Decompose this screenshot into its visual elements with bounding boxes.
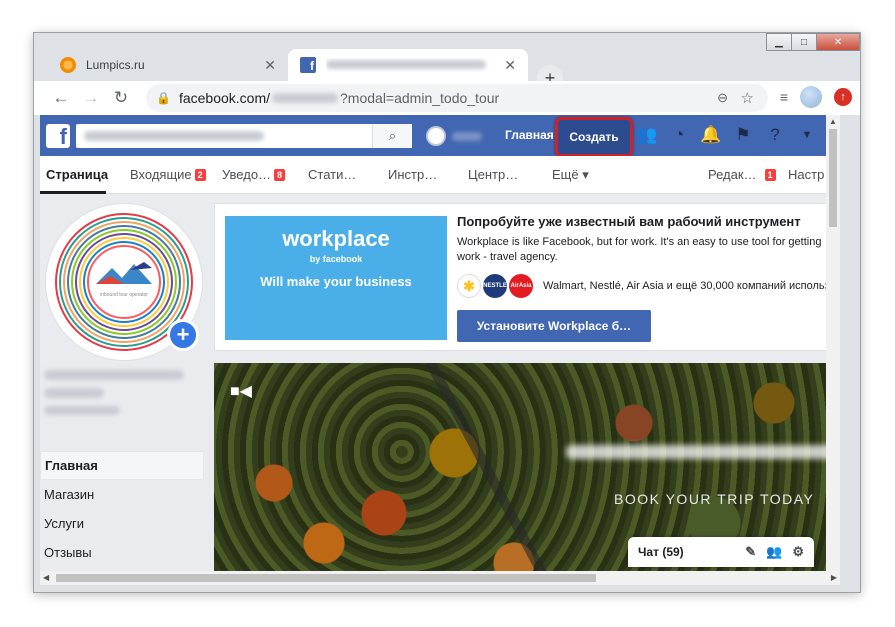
add-photo-button[interactable]: +	[167, 319, 199, 351]
workplace-logo: workplace	[282, 226, 390, 251]
brands-text: Walmart, Nestlé, Air Asia и ещё 30,000 к…	[543, 280, 840, 292]
help-icon[interactable]: ?	[764, 125, 786, 145]
sidebar-menu: Главная Магазин Услуги Отзывы	[40, 451, 204, 567]
url-suffix: ?modal=admin_todo_tour	[340, 90, 500, 106]
fb-profile-link[interactable]	[426, 126, 482, 146]
messenger-icon[interactable]: ◔	[668, 125, 690, 145]
airasia-logo-icon: AirAsia	[509, 274, 533, 298]
url-blurred-segment	[272, 93, 339, 103]
home-link[interactable]: Главная	[505, 128, 554, 142]
tab-tools[interactable]: Инстр…	[388, 167, 437, 182]
scroll-up-arrow-icon[interactable]: ▲	[829, 117, 837, 126]
tab-inbox[interactable]: Входящие 2	[130, 167, 206, 182]
tab-more[interactable]: Ещё ▾	[552, 167, 589, 183]
address-bar[interactable]: 🔒 facebook.com/ ?modal=admin_todo_tour ⊖…	[146, 84, 768, 112]
url-prefix: facebook.com/	[178, 90, 271, 106]
tab-stats[interactable]: Стати…	[308, 167, 356, 182]
chat-settings-gear-icon[interactable]: ⚙	[792, 544, 804, 560]
workplace-banner[interactable]: workplace by facebook Will make your bus…	[225, 216, 447, 340]
back-arrow-icon[interactable]: ←	[46, 83, 76, 113]
tab-strip: Lumpics.ru ✕ f ✕ +	[34, 47, 860, 91]
workplace-title: Попробуйте уже известный вам рабочий инс…	[457, 214, 801, 229]
tab-notifications-label: Уведо…	[222, 167, 272, 182]
page-viewport: f ⌕ Главная Создать 👥 ◔ 🔔 ⚑ ? ▼ Страница…	[40, 115, 840, 585]
create-button-label: Создать	[569, 130, 619, 144]
chat-icons: ✎ 👥 ⚙	[745, 544, 804, 560]
scroll-left-arrow-icon[interactable]: ◀	[43, 573, 49, 582]
tab-title-blurred	[326, 58, 504, 72]
browser-window: ▁ □ ✕ Lumpics.ru ✕ f ✕ + ← → ↻ 🔒 faceboo…	[33, 32, 861, 593]
create-button[interactable]: Создать	[555, 117, 633, 157]
video-camera-icon: ■◀	[230, 383, 252, 400]
notifications-badge: 8	[274, 169, 286, 181]
workplace-by-facebook: by facebook	[309, 254, 363, 264]
tab-edit-label: Редак…	[708, 167, 757, 182]
facebook-favicon-icon: f	[300, 57, 316, 73]
scroll-right-arrow-icon[interactable]: ▶	[831, 573, 837, 582]
page-navigation: Страница Входящие 2 Уведо… 8 Стати… Инстр……	[40, 156, 840, 194]
workplace-tagline: Will make your business	[260, 274, 412, 289]
lock-icon: 🔒	[156, 91, 171, 105]
bookmark-star-icon[interactable]: ☆	[741, 89, 754, 107]
walmart-logo-icon: ✱	[457, 274, 481, 298]
close-tab-icon[interactable]: ✕	[264, 57, 276, 74]
search-blurred-text	[84, 131, 264, 141]
chat-label: Чат (59)	[638, 545, 684, 559]
workplace-promo-card: workplace by facebook Will make your bus…	[214, 203, 840, 351]
edit-badge: 1	[764, 169, 776, 181]
group-chat-icon[interactable]: 👥	[766, 544, 782, 560]
pages-icon[interactable]: ⚑	[732, 125, 754, 145]
facebook-top-bar: f ⌕ Главная Создать 👥 ◔ 🔔 ⚑ ? ▼	[40, 115, 840, 157]
profile-name-blurred	[452, 131, 482, 141]
close-tab-icon[interactable]: ✕	[504, 57, 516, 74]
forward-arrow-icon[interactable]: →	[76, 83, 106, 113]
facebook-search-input[interactable]: ⌕	[76, 124, 412, 148]
tab-facebook[interactable]: f ✕	[288, 49, 528, 81]
chat-bar[interactable]: Чат (59) ✎ 👥 ⚙	[628, 537, 814, 567]
tab-lumpics[interactable]: Lumpics.ru ✕	[48, 49, 288, 81]
sidebar-item-services[interactable]: Услуги	[40, 509, 204, 538]
sidebar-item-home[interactable]: Главная	[40, 451, 204, 480]
horizontal-scroll-thumb[interactable]	[56, 574, 596, 582]
tab-title: Lumpics.ru	[86, 58, 145, 72]
horizontal-scrollbar[interactable]: ◀ ▶	[40, 571, 840, 585]
reload-icon[interactable]: ↻	[106, 83, 136, 113]
profile-logo-caption: inbound tour operator	[100, 292, 148, 298]
search-icon[interactable]: ⌕	[372, 124, 412, 148]
brand-logos: ✱ NESTLE AirAsia Walmart, Nestlé, Air As…	[457, 274, 840, 298]
compose-icon[interactable]: ✎	[745, 544, 756, 560]
inbox-badge: 2	[194, 169, 206, 181]
sidebar-item-reviews[interactable]: Отзывы	[40, 538, 204, 567]
tab-page[interactable]: Страница	[46, 167, 108, 182]
account-menu-icon[interactable]: ▼	[796, 129, 818, 141]
friends-icon[interactable]: 👥	[636, 125, 658, 145]
tab-notifications[interactable]: Уведо… 8	[222, 167, 286, 182]
vertical-scroll-thumb[interactable]	[829, 129, 837, 227]
workplace-description: Workplace is like Facebook, but for work…	[457, 236, 822, 263]
profile-picture	[426, 126, 446, 146]
tab-inbox-label: Входящие	[130, 167, 192, 182]
page-sidebar: inbound tour operator + Главная Магазин …	[40, 194, 210, 585]
media-controls-icon[interactable]: ≡	[780, 89, 788, 105]
cover-caption: BOOK YOUR TRIP TODAY	[614, 491, 815, 507]
toolbar-right: ≡ ↑	[780, 86, 852, 108]
notifications-bell-icon[interactable]: 🔔	[700, 125, 722, 145]
zoom-icon[interactable]: ⊖	[717, 90, 728, 106]
profile-avatar[interactable]	[800, 86, 822, 108]
browser-toolbar: ← → ↻ 🔒 facebook.com/ ?modal=admin_todo_…	[34, 81, 860, 115]
update-icon[interactable]: ↑	[834, 88, 852, 106]
sidebar-item-shop[interactable]: Магазин	[40, 480, 204, 509]
vertical-scrollbar[interactable]: ▲ ▼	[826, 115, 840, 585]
page-name-blurred	[44, 370, 194, 415]
lumpics-favicon-icon	[60, 57, 76, 73]
facebook-logo-icon[interactable]: f	[46, 124, 70, 148]
cover-blurred-title	[566, 445, 836, 459]
tab-edit[interactable]: Редак… 1	[708, 167, 776, 182]
tab-center[interactable]: Центр…	[468, 167, 518, 182]
nestle-logo-icon: NESTLE	[483, 274, 507, 298]
install-workplace-button[interactable]: Установите Workplace б…	[457, 310, 651, 342]
